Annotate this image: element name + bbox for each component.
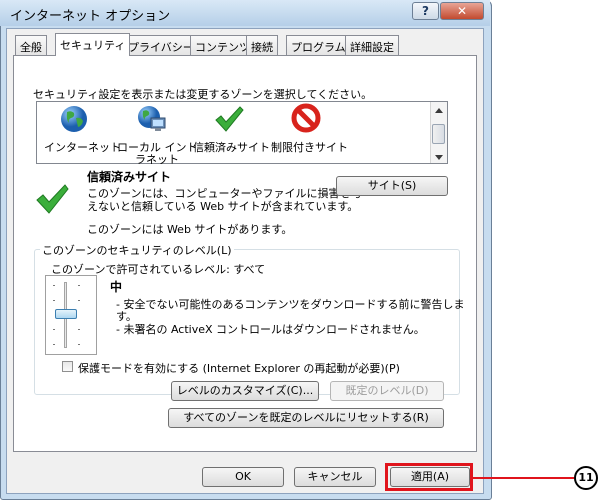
protected-mode-label[interactable]: 保護モードを有効にする (Internet Explorer の再起動が必要)(… (78, 360, 400, 376)
default-level-button[interactable]: 既定のレベル(D) (330, 381, 444, 401)
slider-tick (78, 285, 80, 286)
tab-privacy[interactable]: プライバシー (123, 35, 199, 55)
tab-general[interactable]: 全般 (15, 35, 47, 55)
zone-restricted-sites-label[interactable]: 制限付きサイト (271, 139, 348, 155)
tab-programs[interactable]: プログラム (286, 35, 351, 55)
selected-zone-desc-2: えないと信頼している Web サイトが含まれています。 (87, 200, 359, 213)
level-bullet-1-line-1: - 安全でない可能性のあるコンテンツをダウンロードする前に警告しま (116, 298, 465, 311)
globe-icon[interactable] (59, 104, 89, 137)
tab-connections[interactable]: 接続 (246, 35, 278, 55)
apply-highlight-box (385, 463, 473, 491)
green-check-icon[interactable] (214, 105, 244, 136)
slider-tick (78, 300, 80, 301)
selected-zone-check-icon (35, 183, 69, 218)
security-level-name: 中 (110, 280, 123, 294)
zone-select-prompt: セキュリティ設定を表示または変更するゾーンを選択してください。 (33, 88, 373, 101)
level-bullet-2: - 未署名の ActiveX コントロールはダウンロードされません。 (116, 323, 425, 336)
slider-tick (78, 344, 80, 345)
sites-button[interactable]: サイト(S) (336, 176, 448, 196)
help-button[interactable]: ? (412, 2, 439, 20)
slider-tick (53, 300, 55, 301)
window-title: インターネット オプション (10, 9, 171, 24)
callout-number-badge: 11 (574, 466, 598, 490)
slider-tick (53, 329, 55, 330)
protected-mode-checkbox[interactable] (62, 361, 73, 372)
callout-line (473, 477, 574, 479)
security-level-legend: このゾーンのセキュリティのレベル(L) (40, 242, 234, 258)
zone-local-intranet-label-2[interactable]: ラネット (135, 151, 179, 167)
scroll-thumb[interactable] (432, 124, 445, 144)
slider-tick (53, 344, 55, 345)
close-button[interactable]: ✕ (440, 2, 484, 20)
selected-zone-name: 信頼済みサイト (87, 170, 172, 184)
scroll-up-arrow-icon[interactable] (434, 104, 444, 113)
reset-all-zones-button[interactable]: すべてのゾーンを既定のレベルにリセットする(R) (168, 408, 444, 428)
scroll-down-arrow-icon[interactable] (434, 152, 444, 160)
security-level-slider-thumb[interactable] (55, 309, 77, 319)
slider-tick (78, 329, 80, 330)
no-entry-icon[interactable] (291, 103, 321, 136)
slider-tick (53, 285, 55, 286)
selected-zone-has-sites: このゾーンには Web サイトがあります。 (87, 223, 293, 236)
tab-advanced[interactable]: 詳細設定 (345, 35, 399, 55)
custom-level-button[interactable]: レベルのカスタマイズ(C)... (171, 381, 319, 401)
zone-trusted-sites-label[interactable]: 信頼済みサイト (193, 139, 270, 155)
cancel-button[interactable]: キャンセル (294, 467, 376, 487)
local-intranet-icon[interactable] (136, 104, 168, 137)
ok-button[interactable]: OK (202, 467, 284, 487)
zone-internet-label[interactable]: インターネット (44, 139, 121, 155)
tab-security[interactable]: セキュリティ (55, 33, 131, 56)
